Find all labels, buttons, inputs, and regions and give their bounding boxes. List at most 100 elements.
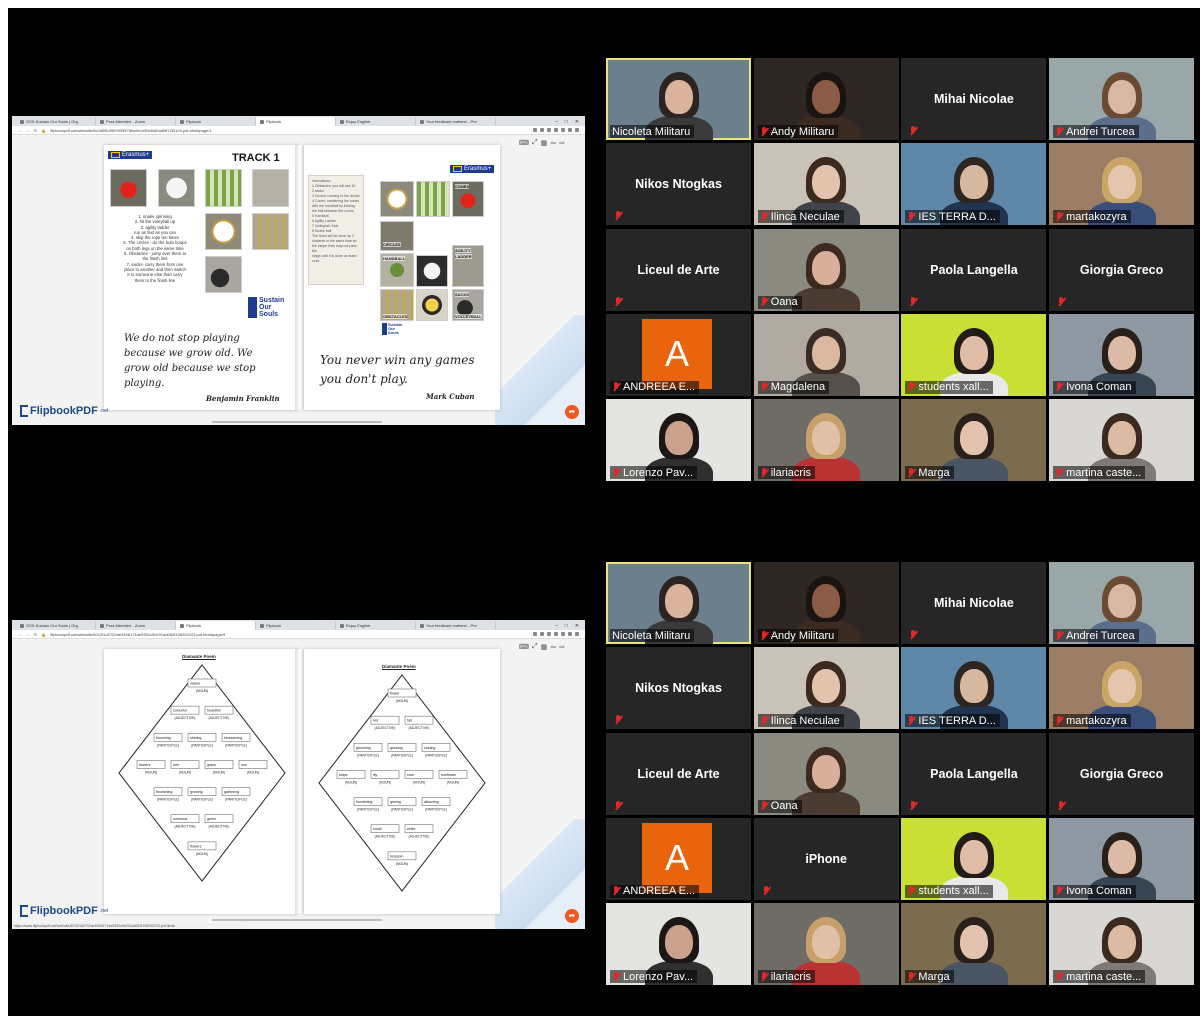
browser-tab[interactable]: SOS-Sustain Our Souls | Org <box>16 621 96 630</box>
browser-tab[interactable]: Flipbook <box>176 117 256 126</box>
extension-icon[interactable] <box>533 128 537 132</box>
zoom-icon[interactable]: ▦ <box>541 643 548 651</box>
next-page-icon[interactable]: ⇨ <box>559 643 565 651</box>
extension-icon[interactable] <box>547 128 551 132</box>
close-icon[interactable]: ✕ <box>575 623 579 629</box>
fullscreen-icon[interactable]: ⤢ <box>532 643 538 651</box>
minimize-icon[interactable]: – <box>555 119 558 125</box>
profile-icon[interactable] <box>575 128 579 132</box>
browser-tab-active[interactable]: Flipbook <box>176 621 256 630</box>
flipbook-right-page[interactable]: Diamante Poem flower (NOUN) red (ADJECTIVE)… <box>304 649 500 914</box>
participant-tile[interactable]: Liceul de Arte <box>606 732 751 815</box>
participant-tile[interactable]: martakozyra <box>1049 647 1195 730</box>
participant-tile[interactable]: Giorgia Greco <box>1049 732 1195 815</box>
extension-icon[interactable] <box>568 128 572 132</box>
participant-tile[interactable]: IES TERRA D... <box>901 143 1047 226</box>
share-icon[interactable]: ➦ <box>565 405 579 419</box>
share-icon[interactable]: ➦ <box>565 909 579 923</box>
participant-tile[interactable]: Nikos Ntogkas <box>606 143 751 226</box>
browser-tab[interactable]: Post-Attendee - Zoom <box>96 621 176 630</box>
keyboard-icon[interactable]: ⌨ <box>519 643 529 651</box>
participant-tile[interactable]: students xall... <box>901 313 1047 396</box>
participant-tile[interactable]: A ANDREEA E... <box>606 313 751 396</box>
participant-tile[interactable]: ilariacris <box>753 399 899 482</box>
url-field[interactable]: flipbookpdf.net/web/site/6012f1d2702ae53… <box>50 632 529 637</box>
profile-icon[interactable] <box>575 632 579 636</box>
back-icon[interactable]: ← <box>18 128 22 133</box>
participant-tile[interactable]: Ivona Coman <box>1049 817 1195 900</box>
participant-tile[interactable]: iPhone <box>753 817 899 900</box>
participant-tile[interactable]: Mihai Nicolae <box>901 562 1047 644</box>
maximize-icon[interactable]: □ <box>565 623 568 629</box>
flipbookpdf-logo[interactable]: FlipbookPDF .net <box>20 905 108 917</box>
extension-icon[interactable] <box>547 632 551 636</box>
extension-icon[interactable] <box>561 632 565 636</box>
participant-tile[interactable]: Ilinca Neculae <box>753 143 899 226</box>
participant-tile[interactable]: Andrei Turcea <box>1049 58 1195 140</box>
flipbook-left-page[interactable]: Diamante Poem nature (NOUN) colourful (ADJE… <box>104 649 300 914</box>
extension-icon[interactable] <box>533 632 537 636</box>
browser-tab[interactable]: SOS-Sustain Our Souls | Org <box>16 117 96 126</box>
participant-tile[interactable]: Nicoleta Militaru <box>606 562 751 644</box>
participant-tile[interactable]: martakozyra <box>1049 143 1195 226</box>
extension-icon[interactable] <box>540 128 544 132</box>
participant-tile[interactable]: IES TERRA D... <box>901 647 1047 730</box>
participant-tile[interactable]: Ilinca Neculae <box>753 647 899 730</box>
participant-tile[interactable]: Lorenzo Pav... <box>606 903 751 986</box>
participant-tile[interactable]: Oana <box>753 732 899 815</box>
extension-icon[interactable] <box>561 128 565 132</box>
next-page-icon[interactable]: ⇨ <box>559 139 565 147</box>
participant-tile[interactable]: Andrei Turcea <box>1049 562 1195 644</box>
flipbook-right-page[interactable]: Instructions: 1 Obstacles: you will see … <box>304 145 500 410</box>
participant-tile[interactable]: A ANDREEA E... <box>606 817 751 900</box>
participant-tile[interactable]: ilariacris <box>753 903 899 986</box>
zoom-icon[interactable]: ▦ <box>541 139 548 147</box>
participant-tile[interactable]: Marga <box>901 903 1047 986</box>
participant-tile[interactable]: Lorenzo Pav... <box>606 399 751 482</box>
browser-tab[interactable]: Your feedback matters! - Pro <box>416 117 496 126</box>
extension-icon[interactable] <box>540 632 544 636</box>
browser-tab-active[interactable]: Flipbook <box>256 117 336 126</box>
keyboard-icon[interactable]: ⌨ <box>519 139 529 147</box>
browser-tab[interactable]: Flipbook <box>256 621 336 630</box>
participant-tile[interactable]: Ivona Coman <box>1049 313 1195 396</box>
participant-tile[interactable]: Magdalena <box>753 313 899 396</box>
url-field[interactable]: flipbookpdf.net/web/site/8c0d55b49f29f39… <box>50 128 529 133</box>
participant-tile[interactable]: Nikos Ntogkas <box>606 647 751 730</box>
forward-icon[interactable]: → <box>26 632 30 637</box>
page-scrollbar[interactable] <box>212 421 382 423</box>
flipbook-left-page[interactable]: Erasmus+ TRACK 1 1. snake spinning 2. hi… <box>104 145 300 410</box>
fullscreen-icon[interactable]: ⤢ <box>532 139 538 147</box>
browser-tab[interactable]: Your feedback matters! - Pro <box>416 621 496 630</box>
prev-page-icon[interactable]: ⇦ <box>550 139 556 147</box>
browser-tab[interactable]: Enjoy English <box>336 117 416 126</box>
reload-icon[interactable]: ↻ <box>34 632 37 637</box>
participant-tile[interactable]: Paola Langella <box>901 228 1047 311</box>
participant-tile[interactable]: students xall... <box>901 817 1047 900</box>
extension-icon[interactable] <box>568 632 572 636</box>
participant-tile[interactable]: Oana <box>753 228 899 311</box>
participant-tile[interactable]: Andy Militaru <box>753 58 899 140</box>
back-icon[interactable]: ← <box>18 632 22 637</box>
participant-tile[interactable]: Paola Langella <box>901 732 1047 815</box>
prev-page-icon[interactable]: ⇦ <box>550 643 556 651</box>
forward-icon[interactable]: → <box>26 128 30 133</box>
participant-tile[interactable]: Marga <box>901 399 1047 482</box>
minimize-icon[interactable]: – <box>555 623 558 629</box>
extension-icon[interactable] <box>554 128 558 132</box>
participant-tile[interactable]: Giorgia Greco <box>1049 228 1195 311</box>
participant-tile[interactable]: Andy Militaru <box>753 562 899 644</box>
maximize-icon[interactable]: □ <box>565 119 568 125</box>
close-icon[interactable]: ✕ <box>575 119 579 125</box>
reload-icon[interactable]: ↻ <box>34 128 37 133</box>
flipbookpdf-logo[interactable]: FlipbookPDF .net <box>20 405 108 417</box>
participant-tile[interactable]: Mihai Nicolae <box>901 58 1047 140</box>
extension-icon[interactable] <box>554 632 558 636</box>
participant-tile[interactable]: martina caste... <box>1049 903 1195 986</box>
participant-tile[interactable]: martina caste... <box>1049 399 1195 482</box>
browser-tab[interactable]: Post-Attendee - Zoom <box>96 117 176 126</box>
browser-tab[interactable]: Enjoy English <box>336 621 416 630</box>
page-scrollbar[interactable] <box>212 919 382 921</box>
participant-tile[interactable]: Nicoleta Militaru <box>606 58 751 140</box>
participant-tile[interactable]: Liceul de Arte <box>606 228 751 311</box>
